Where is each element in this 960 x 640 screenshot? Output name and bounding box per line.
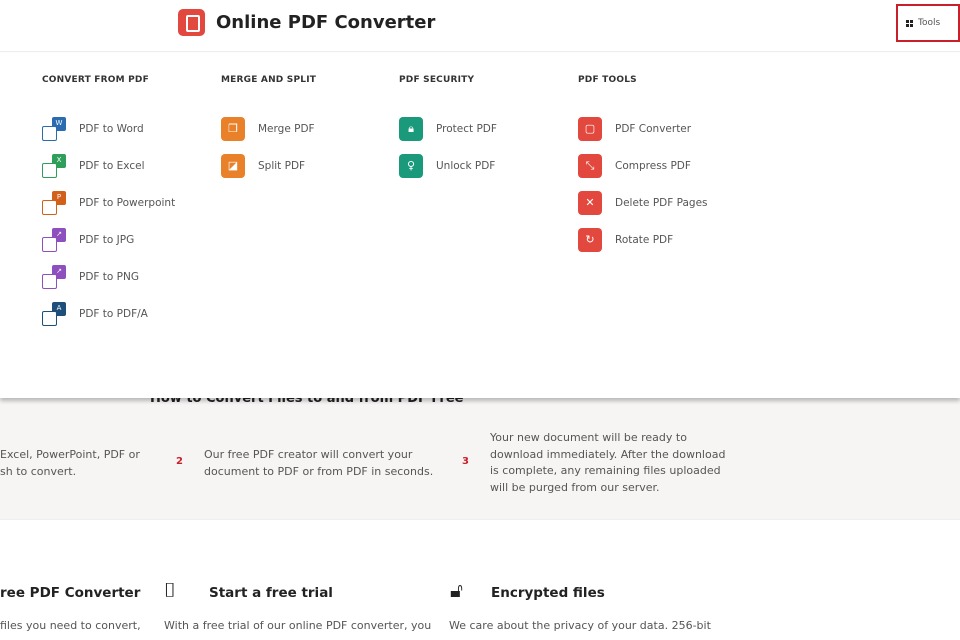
compress-icon: ⤡: [578, 153, 602, 178]
feature-free-trial: Start a free trial With a free trial of o…: [164, 585, 432, 632]
padlock-icon: 🔓︎: [450, 578, 463, 602]
how-to-section: How to Convert Files to and from PDF Fre…: [0, 380, 960, 520]
jpg-doc-icon: ↗: [42, 227, 66, 252]
brand-title[interactable]: Online PDF Converter: [216, 12, 435, 33]
column-title: CONVERT FROM PDF: [42, 75, 149, 85]
key-icon: ♀: [399, 153, 423, 178]
powerpoint-doc-icon: P: [42, 190, 66, 215]
menu-item-label: PDF to PDF/A: [79, 307, 148, 320]
menu-item-pdf-to-png[interactable]: ↗ PDF to PNG: [42, 258, 175, 295]
delete-icon: ✕: [578, 190, 602, 215]
excel-doc-icon: X: [42, 153, 66, 178]
step-2-text: Our free PDF creator will convert your do…: [204, 448, 434, 478]
logo-icon[interactable]: [178, 9, 205, 36]
step-3-number: 3: [462, 456, 469, 467]
menu-column: PDF SECURITY 🔒︎ Protect PDF ♀ Unlock PDF: [399, 75, 497, 184]
menu-item-split-pdf[interactable]: ◪ Split PDF: [221, 147, 316, 184]
menu-item-label: Merge PDF: [258, 122, 315, 135]
split-icon: ◪: [221, 153, 245, 178]
menu-item-rotate-pdf[interactable]: ↻ Rotate PDF: [578, 221, 708, 258]
pdf-converter-icon: ▢: [578, 116, 602, 141]
column-title: MERGE AND SPLIT: [221, 75, 317, 85]
rotate-icon: ↻: [578, 227, 602, 252]
menu-item-pdf-to-pdf-a[interactable]: A PDF to PDF/A: [42, 295, 175, 332]
menu-item-label: Split PDF: [258, 159, 306, 172]
png-doc-icon: ↗: [42, 264, 66, 289]
menu-item-delete-pdf-pages[interactable]: ✕ Delete PDF Pages: [578, 184, 708, 221]
step-3-text: Your new document will be ready to downlo…: [490, 431, 726, 494]
step-2-number: 2: [176, 456, 183, 467]
menu-item-label: Unlock PDF: [436, 159, 496, 172]
menu-column: CONVERT FROM PDF W PDF to Word X PDF to Exce…: [42, 75, 175, 332]
menu-item-label: PDF to Word: [79, 122, 144, 135]
feature-encrypted-files: Encrypted files We care about the privacy…: [449, 585, 711, 632]
tools-label: Tools: [918, 18, 941, 28]
menu-item-compress-pdf[interactable]: ⤡ Compress PDF: [578, 147, 708, 184]
menu-item-label: PDF to Excel: [79, 159, 145, 172]
menu-item-label: Rotate PDF: [615, 233, 674, 246]
menu-item-pdf-converter[interactable]: ▢ PDF Converter: [578, 110, 708, 147]
menu-item-label: Delete PDF Pages: [615, 196, 708, 209]
step-1-text: Excel, PowerPoint, PDF or sh to convert.: [0, 448, 140, 478]
menu-item-label: PDF Converter: [615, 122, 692, 135]
menu-item-label: PDF to JPG: [79, 233, 135, 246]
column-title: PDF TOOLS: [578, 75, 637, 85]
feature-free-converter: ree PDF Converter files you need to conve…: [0, 585, 141, 632]
menu-item-merge-pdf[interactable]: ❐ Merge PDF: [221, 110, 316, 147]
merge-icon: ❐: [221, 116, 245, 141]
menu-item-label: Protect PDF: [436, 122, 497, 135]
menu-item-pdf-to-word[interactable]: W PDF to Word: [42, 110, 175, 147]
pdfa-doc-icon: A: [42, 301, 66, 326]
menu-item-pdf-to-jpg[interactable]: ↗ PDF to JPG: [42, 221, 175, 258]
word-doc-icon: W: [42, 116, 66, 141]
menu-column: PDF TOOLS ▢ PDF Converter ⤡ Compress PDF ✕ Del…: [578, 75, 708, 258]
header: Online PDF Converter Tools: [0, 0, 960, 52]
trial-device-icon: ⌷: [164, 578, 176, 602]
grid-icon: [906, 19, 913, 27]
menu-item-unlock-pdf[interactable]: ♀ Unlock PDF: [399, 147, 497, 184]
tools-dropdown-menu: CONVERT FROM PDF W PDF to Word X PDF to Exce…: [0, 53, 960, 398]
menu-item-pdf-to-excel[interactable]: X PDF to Excel: [42, 147, 175, 184]
menu-item-label: PDF to Powerpoint: [79, 196, 176, 209]
lock-icon: 🔒︎: [399, 116, 423, 141]
menu-column: MERGE AND SPLIT ❐ Merge PDF ◪ Split PDF: [221, 75, 316, 184]
tools-button[interactable]: Tools: [896, 4, 960, 42]
menu-item-label: Compress PDF: [615, 159, 691, 172]
menu-item-pdf-to-powerpoint[interactable]: P PDF to Powerpoint: [42, 184, 175, 221]
menu-item-protect-pdf[interactable]: 🔒︎ Protect PDF: [399, 110, 497, 147]
menu-item-label: PDF to PNG: [79, 270, 139, 283]
column-title: PDF SECURITY: [399, 75, 475, 85]
